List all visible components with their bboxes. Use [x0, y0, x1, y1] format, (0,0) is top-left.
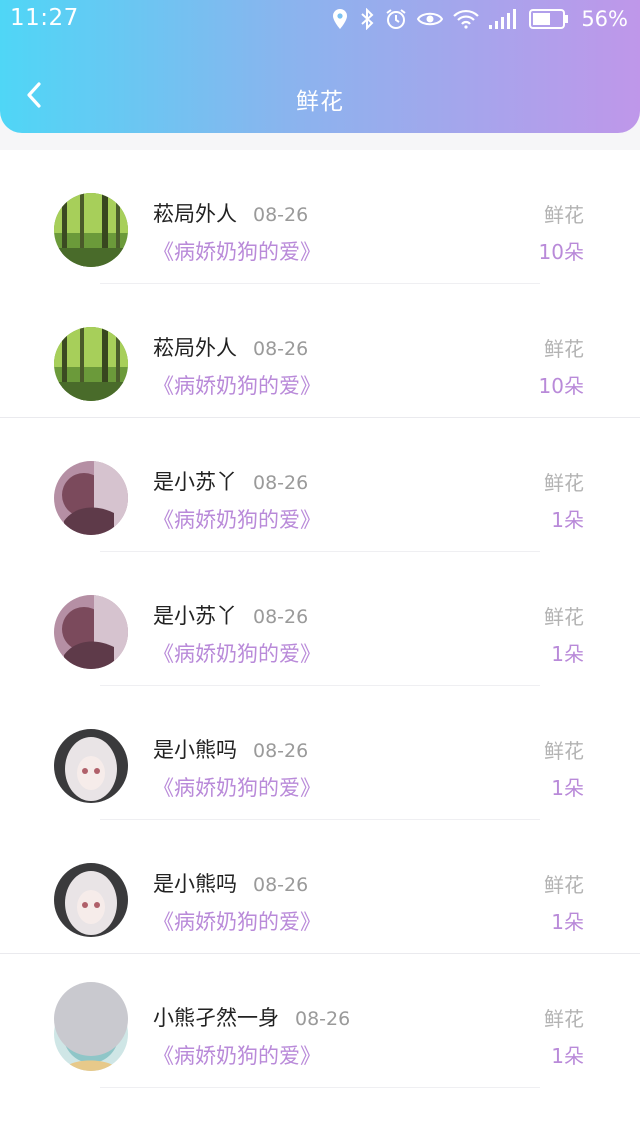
- date: 08-26: [295, 1008, 351, 1030]
- date: 08-26: [253, 204, 309, 226]
- user-name: 是小苏丫 08-26: [153, 466, 308, 496]
- user-name-text: 小熊孑然一身: [153, 1006, 279, 1030]
- user-name-text: 菘局外人: [153, 336, 237, 360]
- user-name-text: 菘局外人: [153, 202, 237, 226]
- user-name-text: 是小苏丫: [153, 470, 237, 494]
- gift-count: 10朵: [538, 374, 584, 398]
- bluetooth-icon: [359, 8, 375, 30]
- date: 08-26: [253, 338, 309, 360]
- book-title[interactable]: 《病娇奶狗的爱》: [153, 638, 321, 668]
- status-time: 11:27: [10, 5, 79, 31]
- gift-label: 鲜花: [544, 605, 584, 629]
- book-title[interactable]: 《病娇奶狗的爱》: [153, 504, 321, 534]
- user-name: 是小苏丫 08-26: [153, 600, 308, 630]
- user-name: 是小熊吗 08-26: [153, 734, 308, 764]
- date: 08-26: [253, 472, 309, 494]
- book-title[interactable]: 《病娇奶狗的爱》: [153, 772, 321, 802]
- header: 11:27 56% 鲜花: [0, 0, 640, 133]
- user-name: 菘局外人 08-26: [153, 198, 308, 228]
- list-item[interactable]: 是小熊吗 08-26 《病娇奶狗的爱》 鲜花 1朵: [0, 820, 640, 954]
- wifi-icon: [453, 9, 480, 29]
- battery-percent: 56%: [581, 7, 628, 31]
- anime-girl-pink-avatar[interactable]: [54, 461, 128, 535]
- date: 08-26: [253, 874, 309, 896]
- list-item[interactable]: 是小熊吗 08-26 《病娇奶狗的爱》 鲜花 1朵: [0, 686, 640, 820]
- anime-girl-white-avatar[interactable]: [54, 863, 128, 937]
- gift-count: 1朵: [551, 642, 584, 666]
- signal-icon: [489, 9, 519, 29]
- gift-count: 10朵: [538, 240, 584, 264]
- date: 08-26: [253, 606, 309, 628]
- gift-count: 1朵: [551, 1044, 584, 1068]
- date: 08-26: [253, 740, 309, 762]
- user-name: 菘局外人 08-26: [153, 332, 308, 362]
- forest-avatar[interactable]: [54, 327, 128, 401]
- user-name-text: 是小熊吗: [153, 872, 237, 896]
- book-title[interactable]: 《病娇奶狗的爱》: [153, 236, 321, 266]
- book-title[interactable]: 《病娇奶狗的爱》: [153, 370, 321, 400]
- battery-icon: [529, 9, 569, 29]
- alarm-icon: [385, 8, 407, 30]
- eye-icon: [417, 10, 444, 28]
- location-icon: [331, 8, 349, 30]
- book-title[interactable]: 《病娇奶狗的爱》: [153, 1040, 321, 1070]
- gift-count: 1朵: [551, 508, 584, 532]
- gift-count: 1朵: [551, 776, 584, 800]
- gift-label: 鲜花: [544, 873, 584, 897]
- list-item[interactable]: 是小苏丫 08-26 《病娇奶狗的爱》 鲜花 1朵: [0, 552, 640, 686]
- gift-label: 鲜花: [544, 739, 584, 763]
- anime-girl-white-avatar[interactable]: [54, 729, 128, 803]
- gift-count: 1朵: [551, 910, 584, 934]
- nav-bar: 鲜花: [0, 60, 640, 130]
- user-name-text: 是小苏丫: [153, 604, 237, 628]
- list-item[interactable]: 菘局外人 08-26 《病娇奶狗的爱》 鲜花 10朵: [0, 284, 640, 418]
- forest-avatar[interactable]: [54, 193, 128, 267]
- user-name: 小熊孑然一身 08-26: [153, 1002, 350, 1032]
- user-name: 是小熊吗 08-26: [153, 868, 308, 898]
- status-icons: 56%: [331, 5, 628, 33]
- anime-girl-pink-avatar[interactable]: [54, 595, 128, 669]
- status-bar: 11:27 56%: [0, 0, 640, 40]
- page-title: 鲜花: [296, 89, 344, 115]
- book-title[interactable]: 《病娇奶狗的爱》: [153, 906, 321, 936]
- gift-label: 鲜花: [544, 471, 584, 495]
- gift-label: 鲜花: [544, 203, 584, 227]
- divider: [100, 1087, 540, 1088]
- gift-label: 鲜花: [544, 1007, 584, 1031]
- list-item[interactable]: 菘局外人 08-26 《病娇奶狗的爱》 鲜花 10朵: [0, 150, 640, 284]
- gift-label: 鲜花: [544, 337, 584, 361]
- list-item[interactable]: 是小苏丫 08-26 《病娇奶狗的爱》 鲜花 1朵: [0, 418, 640, 552]
- avatar[interactable]: [54, 982, 128, 1056]
- user-name-text: 是小熊吗: [153, 738, 237, 762]
